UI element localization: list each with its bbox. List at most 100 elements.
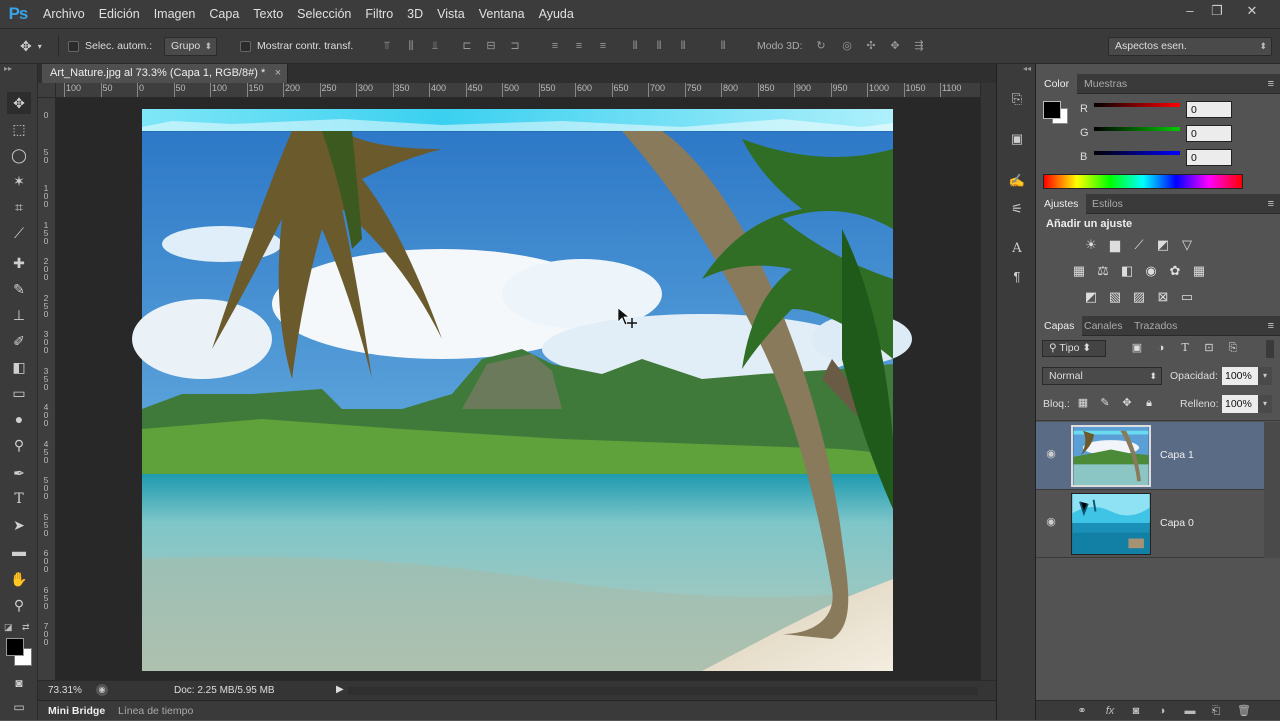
show-transform-option[interactable]: Mostrar contr. transf. <box>240 29 353 63</box>
menu-archivo[interactable]: Archivo <box>36 0 92 28</box>
minimize-button[interactable]: – <box>1176 2 1204 20</box>
close-document-button[interactable]: × <box>275 64 281 83</box>
align-right-icon[interactable]: ⊐ <box>508 39 522 53</box>
align-vcenter-icon[interactable]: ⫼ <box>404 39 418 53</box>
layer-visibility-eye-icon[interactable]: ◉ <box>1044 447 1058 461</box>
fg-color-chip[interactable] <box>1043 101 1061 119</box>
g-slider[interactable] <box>1094 127 1180 131</box>
distribute-bottom-icon[interactable]: ≡ <box>596 39 610 53</box>
tab-paths[interactable]: Trazados <box>1126 316 1185 336</box>
fill-slider-icon[interactable]: ▾ <box>1258 395 1272 413</box>
auto-select-value[interactable]: Grupo <box>164 36 218 56</box>
close-window-button[interactable]: ✕ <box>1238 2 1266 20</box>
lock-pixels-icon[interactable]: ✎ <box>1096 394 1114 412</box>
quick-mask-icon[interactable]: ◙ <box>7 672 31 694</box>
menu-ventana[interactable]: Ventana <box>472 0 532 28</box>
character-panel-icon[interactable]: A <box>1006 238 1028 260</box>
blend-mode-dropdown[interactable]: Normal ⬍ <box>1042 367 1162 385</box>
align-bottom-icon[interactable]: ⫫ <box>428 39 442 53</box>
eraser-tool-icon[interactable]: ◧ <box>7 356 31 378</box>
layer-visibility-eye-icon[interactable]: ◉ <box>1044 515 1058 529</box>
layer-name[interactable]: Capa 1 <box>1160 449 1194 461</box>
scale-3d-icon[interactable]: ⇶ <box>912 39 926 53</box>
new-layer-icon[interactable]: ⎗ <box>1208 701 1224 721</box>
levels-icon[interactable]: ▆ <box>1106 236 1124 254</box>
tab-color[interactable]: Color <box>1036 74 1078 94</box>
color-spectrum[interactable] <box>1043 174 1243 189</box>
vertical-scrollbar[interactable] <box>980 83 996 680</box>
threshold-icon[interactable]: ▨ <box>1130 288 1148 306</box>
adjustments-panel-menu-icon[interactable]: ≡ <box>1268 194 1274 214</box>
drag-3d-icon[interactable]: ✣ <box>864 39 878 53</box>
crop-tool-icon[interactable]: ⌗ <box>7 196 31 218</box>
history-brush-tool-icon[interactable]: ✐ <box>7 330 31 352</box>
brush-tool-icon[interactable]: ✎ <box>7 278 31 300</box>
g-value[interactable]: 0 <box>1186 125 1232 142</box>
ruler-origin[interactable] <box>38 83 56 98</box>
lasso-tool-icon[interactable]: ◯ <box>7 144 31 166</box>
vibrance-icon[interactable]: ▽ <box>1178 236 1196 254</box>
paragraph-panel-icon[interactable]: ¶ <box>1006 266 1028 288</box>
lock-transparent-icon[interactable]: ▦ <box>1074 394 1092 412</box>
history-panel-icon[interactable]: ⎘ <box>1006 88 1028 110</box>
selective-color-icon[interactable]: ⊠ <box>1154 288 1172 306</box>
invert-icon[interactable]: ◩ <box>1082 288 1100 306</box>
distribute-vcenter-icon[interactable]: ≡ <box>572 39 586 53</box>
lock-position-icon[interactable]: ✥ <box>1118 394 1136 412</box>
brush-presets-panel-icon[interactable]: ⚟ <box>1006 198 1028 220</box>
status-menu-arrow-icon[interactable]: ▶ <box>336 684 344 695</box>
posterize-icon[interactable]: ▧ <box>1106 288 1124 306</box>
zoom-tool-icon[interactable]: ⚲ <box>7 594 31 616</box>
tab-channels[interactable]: Canales <box>1076 316 1131 336</box>
pen-tool-icon[interactable]: ✒ <box>7 462 31 484</box>
opacity-value[interactable]: 100% <box>1222 367 1258 385</box>
brush-panel-icon[interactable]: ✍ <box>1006 170 1028 192</box>
workspace-value[interactable]: Aspectos esen. <box>1108 37 1272 56</box>
color-balance-icon[interactable]: ⚖ <box>1094 262 1112 280</box>
layer-row[interactable]: ◉ Capa 0 <box>1036 490 1264 558</box>
swap-colors-icon[interactable]: ⇄ <box>22 622 30 633</box>
auto-select-checkbox[interactable] <box>68 40 79 52</box>
align-hcenter-icon[interactable]: ⊟ <box>484 39 498 53</box>
distribute-left-icon[interactable]: ⫴ <box>628 39 642 53</box>
tab-adjustments[interactable]: Ajustes <box>1036 194 1087 214</box>
layer-name[interactable]: Capa 0 <box>1160 517 1194 529</box>
auto-select-group-dropdown[interactable]: Grupo <box>164 29 218 63</box>
collapse-tools-icon[interactable]: ▸▸ <box>4 64 12 73</box>
menu-3d[interactable]: 3D <box>400 0 430 28</box>
menu-edicion[interactable]: Edición <box>92 0 147 28</box>
slide-3d-icon[interactable]: ✥ <box>888 39 902 53</box>
black-white-icon[interactable]: ◧ <box>1118 262 1136 280</box>
menu-filtro[interactable]: Filtro <box>358 0 400 28</box>
path-selection-tool-icon[interactable]: ➤ <box>7 514 31 536</box>
roll-3d-icon[interactable]: ◎ <box>840 39 854 53</box>
distribute-top-icon[interactable]: ≡ <box>548 39 562 53</box>
layers-panel-menu-icon[interactable]: ≡ <box>1268 316 1274 336</box>
curves-icon[interactable]: ⟋ <box>1130 236 1148 254</box>
color-panel-menu-icon[interactable]: ≡ <box>1268 74 1274 94</box>
exposure-icon[interactable]: ◩ <box>1154 236 1172 254</box>
move-tool-preset-icon[interactable]: ✥ ▾ <box>20 29 42 63</box>
hue-saturation-icon[interactable]: ▦ <box>1070 262 1088 280</box>
foreground-color-swatch[interactable] <box>6 638 24 656</box>
filter-smart-object-icon[interactable]: ⎘ <box>1224 339 1242 357</box>
vertical-ruler[interactable]: 0 50 100 150 200 250 300 350 400 450 500 550 600 650 7… <box>38 98 56 680</box>
tab-mini-bridge[interactable]: Mini Bridge <box>48 701 105 721</box>
filter-pixel-icon[interactable]: ▣ <box>1128 339 1146 357</box>
menu-ayuda[interactable]: Ayuda <box>532 0 581 28</box>
move-tool-icon[interactable]: ✥ <box>7 92 31 114</box>
menu-vista[interactable]: Vista <box>430 0 472 28</box>
hand-tool-icon[interactable]: ✋ <box>7 568 31 590</box>
horizontal-scrollbar[interactable] <box>348 687 978 695</box>
tab-swatches[interactable]: Muestras <box>1076 74 1135 94</box>
distribute-hcenter-icon[interactable]: ⫴ <box>652 39 666 53</box>
r-value[interactable]: 0 <box>1186 101 1232 118</box>
brightness-icon[interactable]: ☀ <box>1082 236 1100 254</box>
magic-wand-tool-icon[interactable]: ✶ <box>7 170 31 192</box>
type-tool-icon[interactable]: T <box>7 488 31 510</box>
b-value[interactable]: 0 <box>1186 149 1232 166</box>
gradient-map-icon[interactable]: ▭ <box>1178 288 1196 306</box>
delete-layer-trash-icon[interactable]: 🗑︎ <box>1236 701 1252 721</box>
filter-type-icon[interactable]: T <box>1176 339 1194 357</box>
screen-mode-icon[interactable]: ▭ <box>7 696 31 718</box>
